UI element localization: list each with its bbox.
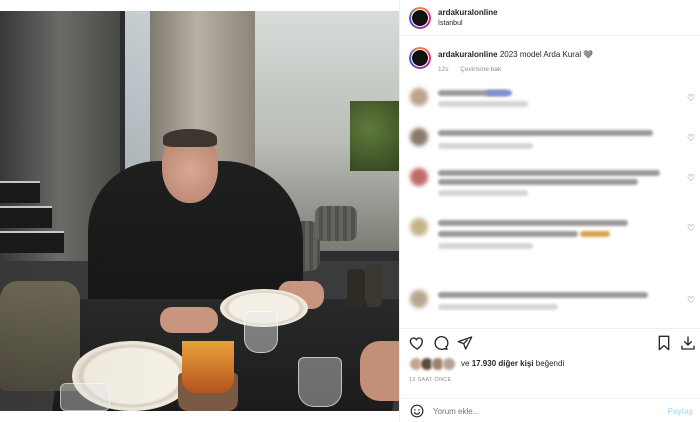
- download-icon[interactable]: [680, 335, 696, 351]
- comment-avatar[interactable]: [410, 290, 428, 308]
- comment-avatar[interactable]: [410, 88, 428, 106]
- bookmark-icon[interactable]: [656, 335, 672, 351]
- comment-avatar[interactable]: [410, 128, 428, 146]
- comment-meta-blurred: [438, 190, 528, 196]
- comment-emoji-blurred: [580, 231, 610, 237]
- comment-emoji-blurred: [486, 90, 512, 96]
- share-icon[interactable]: [457, 335, 473, 351]
- photo-shade: [0, 11, 399, 411]
- likes-row: ve 17.930 diğer kişi beğendi: [409, 356, 699, 372]
- post-timestamp[interactable]: 12 SAAT ÖNCE: [409, 377, 452, 383]
- comment-avatar[interactable]: [410, 218, 428, 236]
- post-header: ardakuralonline İstanbul: [400, 0, 700, 36]
- post-actions: [400, 328, 700, 354]
- comment-item: ♡: [408, 88, 698, 118]
- comment-input[interactable]: [433, 407, 633, 416]
- likes-prefix: ve: [461, 359, 470, 368]
- header-username[interactable]: ardakuralonline: [438, 8, 498, 17]
- comment-meta-blurred: [438, 101, 528, 107]
- avatar[interactable]: [409, 7, 431, 29]
- instagram-post-view: ardakuralonline İstanbul ardakuralonline…: [0, 0, 700, 422]
- liker-avatar[interactable]: [442, 357, 456, 371]
- comment-text-blurred: [438, 231, 578, 237]
- comment-like-icon[interactable]: ♡: [686, 173, 696, 183]
- likes-suffix: beğendi: [535, 359, 565, 368]
- comment-meta-blurred: [438, 143, 533, 149]
- add-comment-bar: Paylaş: [400, 398, 700, 422]
- caption-meta: 12s Çevirisine bak: [438, 66, 511, 73]
- comment-avatar[interactable]: [410, 168, 428, 186]
- caption-text: ardakuralonline 2023 model Arda Kural 🩶: [438, 50, 593, 59]
- translate-link[interactable]: Çevirisine bak: [460, 66, 501, 73]
- caption-username[interactable]: ardakuralonline: [438, 50, 498, 59]
- comment-text-blurred: [438, 170, 660, 176]
- caption-body: 2023 model Arda Kural 🩶: [499, 50, 594, 59]
- caption-age: 12s: [438, 66, 449, 73]
- comment-text-blurred: [438, 220, 628, 226]
- comment-text-blurred: [438, 292, 648, 298]
- heart-icon[interactable]: [409, 335, 425, 351]
- comment-like-icon[interactable]: ♡: [686, 223, 696, 233]
- post-comment-button[interactable]: Paylaş: [668, 407, 693, 416]
- comment-icon[interactable]: [433, 335, 449, 351]
- post-photo[interactable]: [0, 11, 399, 411]
- post-side-panel: ardakuralonline İstanbul ardakuralonline…: [399, 0, 700, 422]
- likes-count[interactable]: 17.930 diğer kişi: [472, 359, 534, 368]
- comment-like-icon[interactable]: ♡: [686, 93, 696, 103]
- comment-meta-blurred: [438, 243, 533, 249]
- emoji-icon[interactable]: [410, 404, 424, 418]
- comment-item: ♡: [408, 168, 698, 198]
- comment-text-blurred: [438, 179, 638, 185]
- comment-like-icon[interactable]: ♡: [686, 295, 696, 305]
- comment-item: ♡: [408, 128, 698, 158]
- caption-avatar[interactable]: [409, 47, 431, 69]
- comment-item: ♡: [408, 218, 698, 249]
- comment-meta-blurred: [438, 304, 558, 310]
- comment-item: ♡: [408, 290, 698, 320]
- comment-text-blurred: [438, 130, 653, 136]
- likes-text: ve 17.930 diğer kişi beğendi: [461, 359, 564, 368]
- header-location[interactable]: İstanbul: [438, 20, 463, 27]
- comment-like-icon[interactable]: ♡: [686, 133, 696, 143]
